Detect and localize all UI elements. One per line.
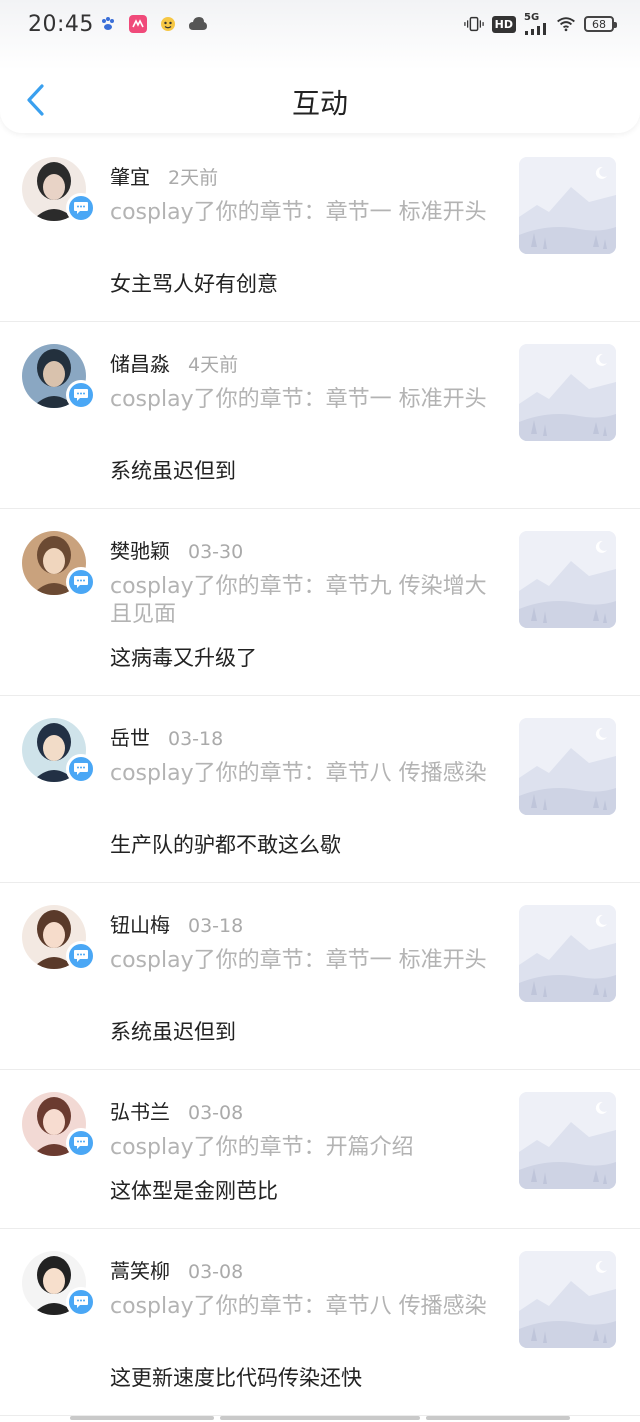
comment-text: 这更新速度比代码传染还快 xyxy=(110,1366,362,1390)
timestamp: 4天前 xyxy=(188,354,239,376)
status-time: 20:45 xyxy=(28,12,94,37)
interaction-item[interactable]: 岳世 03-18 cosplay了你的章节：章节八 传播感染 生产队的驴都不敢这么… xyxy=(0,696,640,883)
timestamp: 03-08 xyxy=(188,1102,244,1124)
chapter-thumbnail[interactable] xyxy=(519,718,616,815)
vibrate-icon xyxy=(463,14,484,34)
action-text: cosplay了你的章节：开篇介绍 xyxy=(110,1135,414,1160)
interaction-item[interactable]: 蒿笑柳 03-08 cosplay了你的章节：章节八 传播感染 这更新速度比代码传… xyxy=(0,1229,640,1416)
timestamp: 2天前 xyxy=(168,167,219,189)
status-bar: 20:45 HD 5G 68 xyxy=(0,0,640,52)
interaction-item[interactable]: 肇宜 2天前 cosplay了你的章节：章节一 标准开头 女主骂人好有创意 xyxy=(0,135,640,322)
interaction-item[interactable]: 钮山梅 03-18 cosplay了你的章节：章节一 标准开头 系统虽迟但到 xyxy=(0,883,640,1070)
app-icon xyxy=(128,14,148,34)
chapter-thumbnail[interactable] xyxy=(519,531,616,628)
timestamp: 03-18 xyxy=(188,915,244,937)
signal-icon: 5G xyxy=(524,13,548,35)
cloud-icon xyxy=(188,14,208,34)
interaction-list: 肇宜2天前 cosplay了你的章节：章节一 标准开头 女主骂人好有创意 储昌 xyxy=(0,135,640,1416)
comment-badge-icon xyxy=(66,567,96,597)
interaction-item[interactable]: 弘书兰 03-08 cosplay了你的章节：开篇介绍 这体型是金刚芭比 xyxy=(0,1070,640,1229)
comment-badge-icon xyxy=(66,1128,96,1158)
comment-text: 这病毒又升级了 xyxy=(110,646,257,670)
home-indicator xyxy=(0,1416,640,1420)
user-name[interactable]: 弘书兰 03-08 xyxy=(110,1096,243,1125)
action-text: cosplay了你的章节：章节九 传染增大且见面 xyxy=(110,574,487,627)
page-title: 互动 xyxy=(291,87,348,120)
interaction-item[interactable]: 储昌淼 4天前 cosplay了你的章节：章节一 标准开头 系统虽迟但到 xyxy=(0,322,640,509)
chapter-thumbnail[interactable] xyxy=(519,344,616,441)
action-text: cosplay了你的章节：章节一 标准开头 xyxy=(110,948,487,973)
timestamp: 03-08 xyxy=(188,1261,244,1283)
chapter-thumbnail[interactable] xyxy=(519,1251,616,1348)
battery-icon: 68 xyxy=(584,16,617,32)
comment-badge-icon xyxy=(66,1287,96,1317)
chapter-thumbnail[interactable] xyxy=(519,905,616,1002)
comment-text: 生产队的驴都不敢这么歇 xyxy=(110,833,341,857)
user-name[interactable]: 岳世 03-18 xyxy=(110,722,223,751)
action-text: cosplay了你的章节：章节八 传播感染 xyxy=(110,761,487,786)
paw-icon xyxy=(98,14,118,34)
wifi-icon xyxy=(556,14,576,34)
action-text: cosplay了你的章节：章节一 标准开头 xyxy=(110,200,487,225)
action-text: cosplay了你的章节：章节一 标准开头 xyxy=(110,387,487,412)
hd-badge: HD xyxy=(491,15,516,33)
user-name[interactable]: 肇宜 2天前 xyxy=(110,161,218,190)
comment-text: 女主骂人好有创意 xyxy=(110,272,278,296)
chapter-thumbnail[interactable] xyxy=(519,1092,616,1189)
comment-badge-icon xyxy=(66,193,96,223)
comment-badge-icon xyxy=(66,754,96,784)
comment-text: 系统虽迟但到 xyxy=(110,1020,236,1044)
user-name[interactable]: 樊驰颖 03-30 xyxy=(110,535,243,564)
interaction-item[interactable]: 樊驰颖 03-30 cosplay了你的章节：章节九 传染增大且见面 这病毒又升级… xyxy=(0,509,640,696)
comment-text: 系统虽迟但到 xyxy=(110,459,236,483)
comment-text: 这体型是金刚芭比 xyxy=(110,1179,278,1203)
top-header: 20:45 HD 5G 68 互动 xyxy=(0,0,640,133)
user-name[interactable]: 蒿笑柳 03-08 xyxy=(110,1255,243,1284)
chapter-thumbnail[interactable] xyxy=(519,157,616,254)
notification-icons xyxy=(98,14,208,34)
system-icons: HD 5G 68 xyxy=(463,13,617,35)
comment-badge-icon xyxy=(66,380,96,410)
comment-badge-icon xyxy=(66,941,96,971)
user-name[interactable]: 储昌淼 4天前 xyxy=(110,348,238,377)
user-name[interactable]: 钮山梅 03-18 xyxy=(110,909,243,938)
timestamp: 03-18 xyxy=(168,728,224,750)
timestamp: 03-30 xyxy=(188,541,244,563)
emoji-app-icon xyxy=(158,14,178,34)
action-text: cosplay了你的章节：章节八 传播感染 xyxy=(110,1294,487,1319)
